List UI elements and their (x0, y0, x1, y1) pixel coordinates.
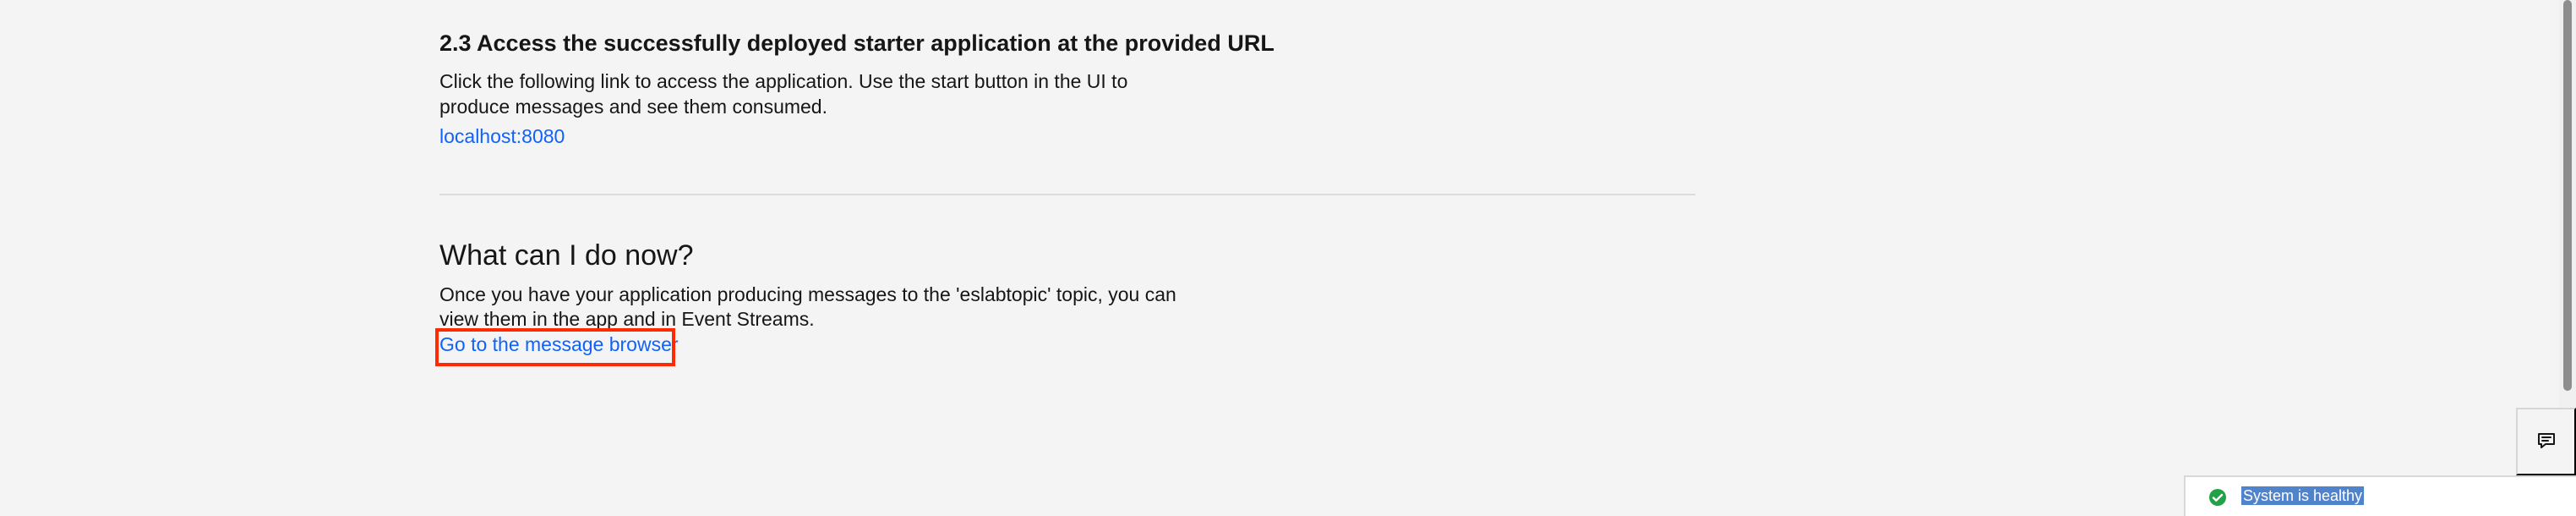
next-steps-description: Once you have your application producing… (439, 283, 1176, 330)
section-divider (439, 194, 1695, 195)
checkmark-filled-icon (2208, 488, 2227, 507)
chat-icon (2535, 430, 2557, 454)
step-title: 2.3 Access the successfully deployed sta… (439, 30, 1274, 56)
system-status-text: System is healthy (2241, 486, 2365, 505)
step-description: Click the following link to access the a… (439, 70, 1128, 118)
next-steps-title: What can I do now? (439, 239, 694, 272)
scrollbar-thumb[interactable] (2563, 0, 2572, 391)
feedback-button[interactable] (2516, 408, 2576, 475)
system-status-bar: System is healthy (2184, 475, 2576, 516)
highlight-box (435, 328, 675, 366)
application-url-link[interactable]: localhost:8080 (439, 124, 565, 149)
